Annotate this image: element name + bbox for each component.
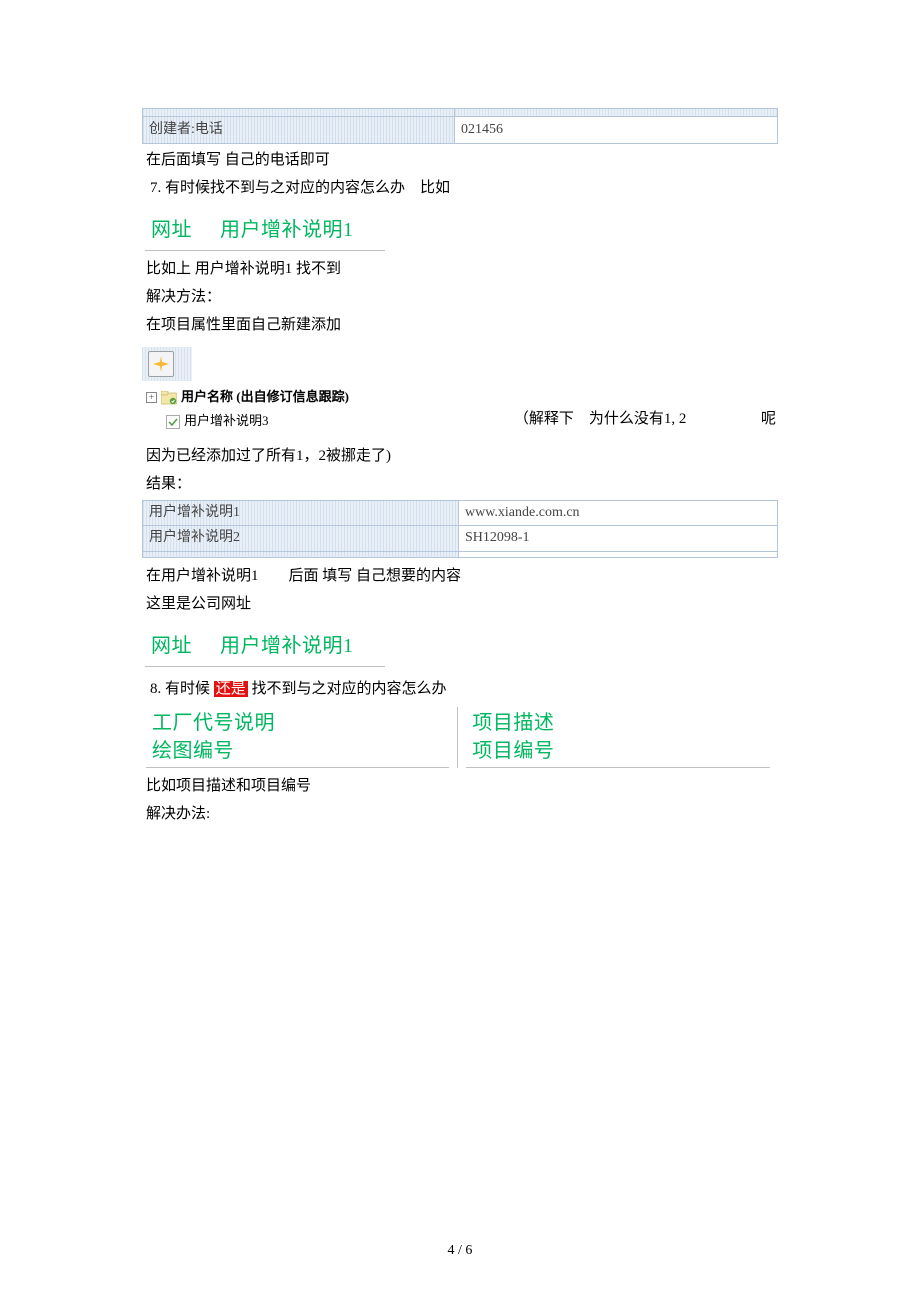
- section-7-heading: 7. 有时候找不到与之对应的内容怎么办 比如: [142, 176, 778, 200]
- tree-node-label: 用户名称 (出自修订信息跟踪): [181, 387, 349, 408]
- tree-child-supp3[interactable]: 用户增补说明3: [166, 411, 349, 432]
- paragraph-already-added: 因为已经添加过了所有1，2被挪走了): [142, 444, 778, 468]
- paragraph-company-url: 这里是公司网址: [142, 592, 778, 616]
- field-project-number: 项目编号: [472, 737, 763, 765]
- field-factory-code-desc: 工厂代号说明: [152, 709, 443, 737]
- result-cell-supp2-value: SH12098-1: [459, 526, 777, 550]
- paragraph-solution-label-2: 解决办法:: [142, 802, 778, 826]
- field-value-user-supp1: 用户增补说明1: [220, 214, 354, 246]
- table-row-phone: 创建者:电话 021456: [142, 116, 778, 144]
- section-8-heading: 8. 有时候 还是 找不到与之对应的内容怎么办: [142, 677, 778, 701]
- tree-explanation-text: （解释下 为什么没有1, 2: [514, 387, 687, 431]
- toolbar-area: [142, 347, 192, 381]
- four-field-group: 工厂代号说明 绘图编号 项目描述 项目编号: [146, 707, 778, 768]
- field-col-left: 工厂代号说明 绘图编号: [146, 707, 449, 768]
- field-value-user-supp1-b: 用户增补说明1: [220, 630, 354, 662]
- sparkle-icon: [153, 356, 169, 372]
- field-label-url-b: 网址: [151, 630, 192, 662]
- paragraph-result-label: 结果：: [142, 472, 778, 496]
- result-row-2: 用户增补说明2 SH12098-1: [143, 526, 777, 550]
- folder-icon: [161, 391, 177, 405]
- result-cell-supp1-label: 用户增补说明1: [143, 501, 459, 525]
- field-project-desc: 项目描述: [472, 709, 763, 737]
- result-row-1: 用户增补说明1 www.xiande.com.cn: [143, 501, 777, 526]
- field-group-url-supp1-b: 网址 用户增补说明1: [145, 626, 385, 667]
- paragraph-solution-label: 解决方法：: [142, 285, 778, 309]
- table-top-fuzzy-row: [142, 108, 778, 116]
- result-cell-supp2-label: 用户增补说明2: [143, 526, 459, 550]
- table-cell-creator-phone-label: 创建者:电话: [143, 117, 455, 143]
- checkbox-icon[interactable]: [166, 415, 180, 429]
- tree-child-label: 用户增补说明3: [184, 411, 269, 432]
- expand-icon[interactable]: +: [146, 392, 157, 403]
- paragraph-fill-supp1: 在用户增补说明1 后面 填写 自己想要的内容: [142, 564, 778, 588]
- paragraph-solution-text: 在项目属性里面自己新建添加: [142, 313, 778, 337]
- field-label-url: 网址: [151, 214, 192, 246]
- paragraph-example-projdesc: 比如项目描述和项目编号: [142, 774, 778, 798]
- paragraph-example-notfound: 比如上 用户增补说明1 找不到: [142, 257, 778, 281]
- field-drawing-number: 绘图编号: [152, 737, 443, 765]
- new-item-button[interactable]: [148, 351, 174, 377]
- vertical-divider: [457, 707, 458, 768]
- section-8-prefix: 8. 有时候: [150, 681, 214, 697]
- paragraph-fill-phone: 在后面填写 自己的电话即可: [142, 148, 778, 172]
- result-table-bottom-fuzzy: [142, 552, 778, 558]
- table-cell-creator-phone-value: 021456: [455, 117, 777, 143]
- section-8-highlight: 还是: [214, 681, 248, 697]
- result-cell-supp1-value: www.xiande.com.cn: [459, 501, 777, 525]
- page-number: 4 / 6: [0, 1240, 920, 1262]
- result-table: 用户增补说明1 www.xiande.com.cn 用户增补说明2 SH1209…: [142, 500, 778, 552]
- tree-explanation-tail: 呢: [761, 387, 776, 431]
- tree-view: + 用户名称 (出自修订信息跟踪) 用户增补说明3 （解释下 为什: [142, 387, 778, 432]
- field-group-url-supp1: 网址 用户增补说明1: [145, 210, 385, 251]
- field-col-right: 项目描述 项目编号: [466, 707, 769, 768]
- section-8-suffix: 找不到与之对应的内容怎么办: [248, 681, 447, 697]
- tree-node-username[interactable]: + 用户名称 (出自修订信息跟踪): [146, 387, 349, 408]
